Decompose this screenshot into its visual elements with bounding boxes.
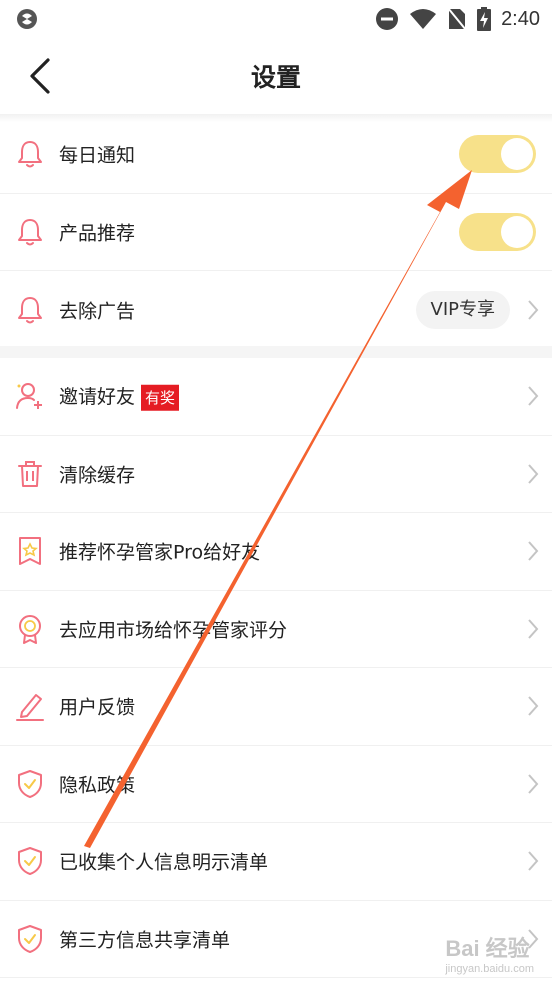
settings-row-label: 用户反馈 bbox=[59, 696, 136, 719]
settings-row-remove-ads[interactable]: 去除广告 VIP专享 bbox=[0, 271, 552, 349]
section-divider bbox=[0, 346, 552, 358]
settings-row-clear-cache[interactable]: 清除缓存 bbox=[0, 436, 552, 513]
product-recommendation-toggle[interactable] bbox=[459, 212, 536, 251]
invite-friends-label: 邀请好友 bbox=[59, 386, 136, 408]
settings-row-label: 第三方信息共享清单 bbox=[59, 929, 231, 952]
settings-row-invite-friends[interactable]: 邀请好友 有奖 bbox=[0, 358, 552, 436]
chevron-right-icon bbox=[528, 300, 539, 320]
settings-row-label: 邀请好友 有奖 bbox=[59, 382, 180, 411]
bell-icon bbox=[18, 218, 42, 246]
settings-row-privacy-policy[interactable]: 隐私政策 bbox=[0, 746, 552, 823]
watermark: Bai 经验 jingyan.baidu.com bbox=[445, 931, 534, 975]
status-time: 2:40 bbox=[501, 7, 540, 30]
notification-settings-section: 每日通知 产品推荐 去除广告 VIP专享 bbox=[0, 116, 552, 349]
watermark-url: jingyan.baidu.com bbox=[445, 963, 534, 975]
pencil-icon bbox=[16, 694, 44, 722]
medal-icon bbox=[19, 614, 41, 644]
toggle-knob bbox=[501, 138, 533, 171]
app-notification-icon bbox=[17, 9, 37, 29]
wifi-icon bbox=[410, 9, 437, 29]
header: 设置 bbox=[0, 38, 552, 114]
settings-row-label: 产品推荐 bbox=[59, 222, 136, 245]
shield-check-icon bbox=[18, 924, 42, 953]
bell-icon bbox=[18, 296, 42, 324]
daily-notification-toggle[interactable] bbox=[459, 135, 536, 174]
chevron-right-icon bbox=[528, 696, 539, 716]
shield-check-icon bbox=[18, 769, 42, 798]
settings-row-daily-notification[interactable]: 每日通知 bbox=[0, 116, 552, 194]
chevron-right-icon bbox=[528, 851, 539, 871]
settings-row-label: 隐私政策 bbox=[59, 774, 136, 797]
settings-row-label: 去除广告 bbox=[59, 300, 136, 323]
do-not-disturb-icon bbox=[376, 8, 399, 30]
chevron-right-icon bbox=[528, 541, 539, 561]
watermark-logo: Bai 经验 bbox=[445, 936, 530, 961]
settings-row-label: 去应用市场给怀孕管家评分 bbox=[59, 619, 288, 642]
toggle-knob bbox=[501, 215, 533, 248]
settings-row-label: 已收集个人信息明示清单 bbox=[59, 851, 269, 874]
battery-charging-icon bbox=[477, 7, 492, 31]
bell-icon bbox=[18, 141, 42, 168]
page-title: 设置 bbox=[250, 63, 301, 92]
chevron-right-icon bbox=[528, 386, 539, 406]
reward-badge: 有奖 bbox=[141, 384, 180, 411]
chevron-right-icon bbox=[528, 774, 539, 794]
settings-row-recommend-pro[interactable]: 推荐怀孕管家Pro给好友 bbox=[0, 513, 552, 591]
chevron-right-icon bbox=[528, 464, 539, 484]
status-bar: 2:40 bbox=[0, 0, 552, 38]
settings-row-label: 推荐怀孕管家Pro给好友 bbox=[59, 541, 261, 564]
vip-exclusive-pill[interactable]: VIP专享 bbox=[415, 290, 510, 329]
shield-check-icon bbox=[18, 847, 42, 876]
trash-icon bbox=[18, 460, 42, 487]
settings-row-rate-app[interactable]: 去应用市场给怀孕管家评分 bbox=[0, 591, 552, 668]
chevron-right-icon bbox=[528, 619, 539, 639]
settings-row-label: 每日通知 bbox=[59, 144, 136, 167]
share-card-icon bbox=[19, 537, 41, 566]
general-settings-section: 邀请好友 有奖 清除缓存 推荐怀孕管家Pro给好友 去应用市场给怀孕管家评分 用… bbox=[0, 358, 552, 978]
settings-row-product-recommendation[interactable]: 产品推荐 bbox=[0, 194, 552, 271]
add-user-icon bbox=[16, 383, 42, 410]
settings-row-label: 清除缓存 bbox=[59, 464, 136, 487]
settings-row-user-feedback[interactable]: 用户反馈 bbox=[0, 668, 552, 746]
settings-row-personal-info-list[interactable]: 已收集个人信息明示清单 bbox=[0, 823, 552, 901]
no-sim-icon bbox=[447, 7, 467, 31]
